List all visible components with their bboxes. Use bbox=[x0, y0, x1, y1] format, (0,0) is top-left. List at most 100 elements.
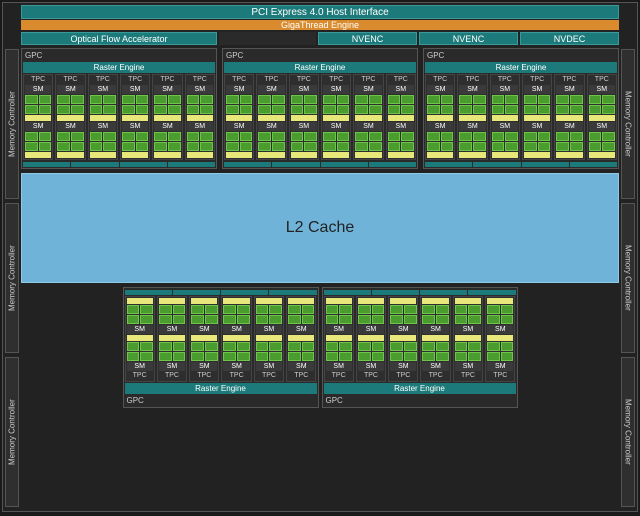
sm-label: SM bbox=[122, 85, 148, 94]
cuda-core bbox=[71, 132, 84, 141]
cuda-core bbox=[570, 105, 583, 114]
cuda-core bbox=[269, 342, 282, 351]
tpc-label: TPC bbox=[487, 372, 513, 380]
sm-label: SM bbox=[291, 85, 317, 94]
cuda-core bbox=[205, 352, 218, 361]
tpc-block: SMSMTPC bbox=[388, 296, 418, 382]
tpc-block: TPCSMSM bbox=[224, 74, 254, 160]
sm-label: SM bbox=[223, 362, 249, 371]
tpc-block: SMSMTPC bbox=[189, 296, 219, 382]
cuda-core bbox=[226, 142, 239, 151]
gpc-label: GPC bbox=[324, 396, 348, 405]
sm-label: SM bbox=[159, 325, 185, 334]
cuda-core bbox=[524, 132, 537, 141]
tensor-core bbox=[390, 335, 416, 341]
tensor-core bbox=[427, 152, 453, 158]
cuda-core bbox=[505, 105, 518, 114]
sm-label: SM bbox=[323, 85, 349, 94]
cuda-core bbox=[187, 95, 200, 104]
cuda-core bbox=[355, 132, 368, 141]
cuda-core bbox=[136, 105, 149, 114]
tensor-core bbox=[288, 335, 314, 341]
cuda-core bbox=[200, 95, 213, 104]
tpc-block: TPCSMSM bbox=[490, 74, 520, 160]
cuda-core bbox=[168, 142, 181, 151]
cuda-core bbox=[505, 95, 518, 104]
cuda-core bbox=[538, 105, 551, 114]
sm-label: SM bbox=[291, 122, 317, 131]
cuda-core bbox=[323, 142, 336, 151]
accelerator-row: Optical Flow Accelerator NVENC NVENC NVD… bbox=[21, 32, 619, 45]
raster-engine: Raster Engine bbox=[324, 383, 516, 394]
tensor-core bbox=[25, 152, 51, 158]
cuda-core bbox=[103, 142, 116, 151]
cuda-core bbox=[173, 352, 186, 361]
cuda-core bbox=[205, 315, 218, 324]
tensor-core bbox=[256, 298, 282, 304]
sm-label: SM bbox=[288, 325, 314, 334]
sm-label: SM bbox=[258, 122, 284, 131]
cuda-core bbox=[570, 142, 583, 151]
sm-label: SM bbox=[90, 122, 116, 131]
sm-label: SM bbox=[191, 362, 217, 371]
rop-row bbox=[125, 290, 317, 295]
tensor-core bbox=[492, 152, 518, 158]
sm-label: SM bbox=[459, 85, 485, 94]
cuda-core bbox=[25, 95, 38, 104]
cuda-core bbox=[501, 352, 514, 361]
sm-label: SM bbox=[223, 325, 249, 334]
tpc-label: TPC bbox=[226, 76, 252, 84]
cuda-core bbox=[388, 105, 401, 114]
tensor-core bbox=[127, 335, 153, 341]
nvenc-block: NVENC bbox=[419, 32, 518, 45]
tpc-block: TPCSMSM bbox=[554, 74, 584, 160]
cuda-core bbox=[473, 95, 486, 104]
cuda-core bbox=[288, 315, 301, 324]
gpc-block: GPCRaster EngineTPCSMSMTPCSMSMTPCSMSMTPC… bbox=[222, 48, 418, 169]
cuda-core bbox=[524, 105, 537, 114]
sm-label: SM bbox=[390, 362, 416, 371]
sm-label: SM bbox=[524, 85, 550, 94]
cuda-core bbox=[256, 315, 269, 324]
cuda-core bbox=[422, 315, 435, 324]
rop-unit bbox=[168, 162, 215, 167]
sm-label: SM bbox=[455, 362, 481, 371]
cuda-core bbox=[492, 142, 505, 151]
cuda-core bbox=[136, 95, 149, 104]
tpc-label: TPC bbox=[524, 76, 550, 84]
cuda-core bbox=[401, 105, 414, 114]
gpc-label: GPC bbox=[425, 51, 449, 60]
tensor-core bbox=[355, 152, 381, 158]
tpc-label: TPC bbox=[358, 372, 384, 380]
cuda-core bbox=[492, 132, 505, 141]
cuda-core bbox=[487, 305, 500, 314]
cuda-core bbox=[358, 352, 371, 361]
tensor-core bbox=[358, 335, 384, 341]
tensor-core bbox=[226, 115, 252, 121]
cuda-core bbox=[140, 352, 153, 361]
cuda-core bbox=[39, 105, 52, 114]
tpc-label: TPC bbox=[154, 76, 180, 84]
tensor-core bbox=[422, 298, 448, 304]
tensor-core bbox=[127, 298, 153, 304]
sm-label: SM bbox=[326, 362, 352, 371]
cuda-core bbox=[401, 132, 414, 141]
tensor-core bbox=[427, 115, 453, 121]
tensor-core bbox=[492, 115, 518, 121]
rop-unit bbox=[173, 290, 220, 295]
cuda-core bbox=[388, 142, 401, 151]
cuda-core bbox=[556, 105, 569, 114]
rop-unit bbox=[425, 162, 472, 167]
tpc-block: TPCSMSM bbox=[88, 74, 118, 160]
cuda-core bbox=[339, 342, 352, 351]
tensor-core bbox=[90, 152, 116, 158]
sm-label: SM bbox=[390, 325, 416, 334]
cuda-core bbox=[372, 305, 385, 314]
cuda-core bbox=[302, 352, 315, 361]
tpc-block: TPCSMSM bbox=[425, 74, 455, 160]
cuda-core bbox=[291, 105, 304, 114]
cuda-core bbox=[103, 132, 116, 141]
tpc-block: TPCSMSM bbox=[386, 74, 416, 160]
rop-unit bbox=[224, 162, 271, 167]
gpc-label: GPC bbox=[224, 51, 248, 60]
